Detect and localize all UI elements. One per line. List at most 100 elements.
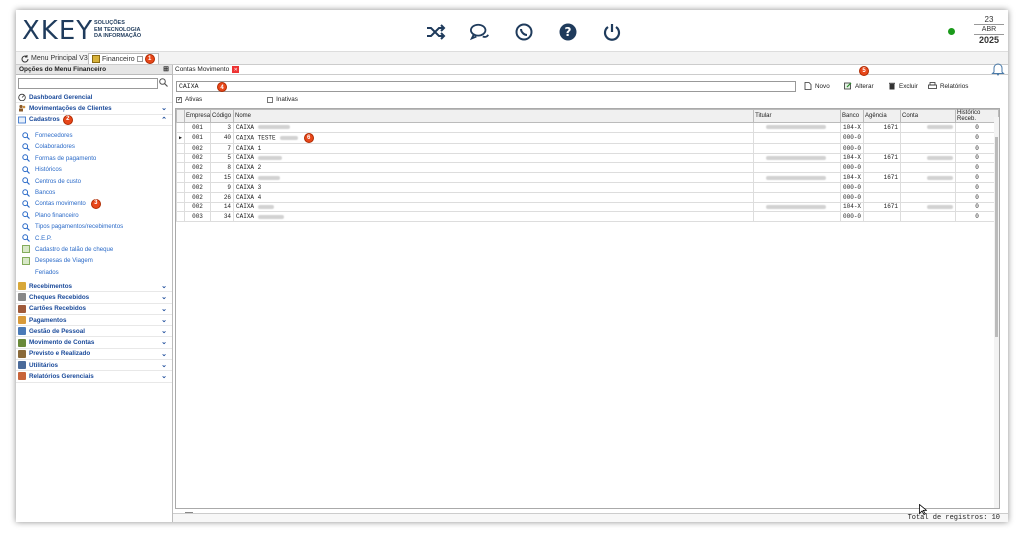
sidebar-subitem[interactable]: Feriados — [16, 267, 172, 278]
cell-nome[interactable]: CAIXA 4 — [233, 191, 755, 203]
row-indicator[interactable] — [176, 172, 186, 183]
table-row[interactable]: 002 9 CAIXA 3 000-0 0 — [176, 181, 999, 193]
column-header-codigo[interactable]: Código — [210, 109, 235, 123]
cell-banco[interactable]: 000-0 — [840, 211, 865, 223]
cell-titular[interactable] — [753, 211, 842, 223]
cell-conta[interactable] — [900, 142, 957, 154]
close-tab-icon[interactable] — [136, 56, 143, 62]
sidebar-subitem[interactable]: Plano financeiro — [16, 210, 172, 221]
cell-conta[interactable] — [900, 172, 957, 183]
cell-agencia[interactable] — [863, 131, 902, 144]
cell-historico[interactable]: 0 — [955, 152, 999, 164]
column-header-banco[interactable]: Banco — [840, 109, 865, 123]
cell-empresa[interactable]: 003 — [184, 211, 212, 223]
cell-banco[interactable]: 104-X — [840, 122, 865, 133]
cell-conta[interactable] — [900, 211, 957, 223]
cell-banco[interactable]: 000-0 — [840, 162, 865, 174]
cell-conta[interactable] — [900, 191, 957, 203]
cell-titular[interactable] — [753, 191, 842, 203]
tab-menu-principal[interactable]: Menu Principal V3 — [18, 53, 91, 64]
table-row[interactable]: 001 3 CAIXA 104-X 1671 0 — [176, 122, 999, 133]
row-indicator[interactable] — [176, 162, 186, 174]
row-indicator[interactable] — [176, 211, 186, 223]
cell-empresa[interactable]: 002 — [184, 162, 212, 174]
pin-icon[interactable]: ⊞ — [163, 65, 169, 75]
sidebar-item-dashboard[interactable]: Dashboard Gerencial — [16, 92, 172, 104]
cell-empresa[interactable]: 002 — [184, 152, 212, 164]
cell-conta[interactable] — [900, 152, 957, 164]
cell-nome[interactable]: CAIXA TESTE 6 — [233, 131, 755, 144]
cell-nome[interactable]: CAIXA — [233, 152, 755, 164]
cell-conta[interactable] — [900, 162, 957, 174]
cell-conta[interactable] — [900, 181, 957, 193]
column-header-agencia[interactable]: Agência — [863, 109, 902, 123]
relatorios-button[interactable]: Relatórios — [928, 82, 968, 90]
cell-nome[interactable]: CAIXA 3 — [233, 181, 755, 193]
sidebar-subitem[interactable]: Centros de custo — [16, 175, 172, 186]
sidebar-item-group[interactable]: Previsto e Realizado ⌄ — [16, 349, 172, 361]
row-indicator[interactable] — [176, 142, 186, 154]
cell-empresa[interactable]: 002 — [184, 142, 212, 154]
cell-titular[interactable] — [753, 181, 842, 193]
sidebar-subitem[interactable]: Despesas de Viagem — [16, 255, 172, 266]
cell-conta[interactable] — [900, 201, 957, 213]
cell-titular[interactable] — [753, 142, 842, 154]
cell-historico[interactable]: 0 — [955, 191, 999, 203]
sidebar-item-group[interactable]: Relatórios Gerenciais ⌄ — [16, 371, 172, 383]
sidebar-item-group[interactable]: Cartões Recebidos ⌄ — [16, 304, 172, 315]
sidebar-subitem[interactable]: C.E.P. — [16, 232, 172, 243]
cell-agencia[interactable] — [863, 181, 902, 193]
sidebar-subitem[interactable]: Fornecedores — [16, 130, 172, 141]
bell-icon[interactable] — [990, 62, 1006, 76]
cell-banco[interactable]: 104-X — [840, 172, 865, 183]
cell-agencia[interactable] — [863, 191, 902, 203]
cell-codigo[interactable]: 9 — [210, 181, 235, 193]
content-tab-contas-movimento[interactable]: Contas Movimento — [175, 66, 229, 73]
search-icon[interactable] — [159, 78, 168, 87]
novo-button[interactable]: Novo — [804, 82, 830, 90]
cell-titular[interactable] — [753, 172, 842, 183]
sidebar-subitem[interactable]: Contas movimento 3 — [16, 198, 172, 209]
sidebar-subitem[interactable]: Cadastro de talão de cheque — [16, 244, 172, 255]
row-indicator[interactable]: ▶ — [176, 131, 186, 144]
sidebar-item-group[interactable]: Gestão de Pessoal ⌄ — [16, 326, 172, 338]
tab-financeiro[interactable]: Financeiro 1 — [88, 53, 159, 64]
cell-agencia[interactable] — [863, 162, 902, 174]
cell-nome[interactable]: CAIXA — [233, 122, 755, 133]
table-row[interactable]: 002 5 CAIXA 104-X 1671 0 — [176, 152, 999, 164]
column-header-historico[interactable]: Histórico Receb. — [955, 109, 999, 123]
row-indicator[interactable] — [176, 201, 186, 213]
power-icon[interactable] — [602, 22, 622, 42]
cell-historico[interactable]: 0 — [955, 162, 999, 174]
cell-titular[interactable] — [753, 201, 842, 213]
table-row[interactable]: 002 8 CAIXA 2 000-0 0 — [176, 162, 999, 174]
scrollbar-thumb[interactable] — [995, 137, 998, 337]
sidebar-subitem[interactable]: Bancos — [16, 187, 172, 198]
cell-agencia[interactable] — [863, 211, 902, 223]
cell-codigo[interactable]: 8 — [210, 162, 235, 174]
cell-codigo[interactable]: 15 — [210, 172, 235, 183]
table-row[interactable]: 002 15 CAIXA 104-X 1671 0 — [176, 172, 999, 183]
cell-empresa[interactable]: 002 — [184, 181, 212, 193]
help-icon[interactable]: ? — [558, 22, 578, 42]
table-row[interactable]: ▶ 001 40 CAIXA TESTE 6 000-0 0 — [176, 131, 999, 144]
cell-historico[interactable]: 0 — [955, 181, 999, 193]
cell-nome[interactable]: CAIXA — [233, 201, 755, 213]
table-row[interactable]: 002 7 CAIXA 1 000-0 0 — [176, 142, 999, 154]
cell-codigo[interactable]: 3 — [210, 122, 235, 133]
row-indicator[interactable] — [176, 152, 186, 164]
sidebar-subitem[interactable]: Históricos — [16, 164, 172, 175]
cell-historico[interactable]: 0 — [955, 201, 999, 213]
cell-agencia[interactable]: 1671 — [863, 201, 902, 213]
cell-empresa[interactable]: 001 — [184, 131, 212, 144]
cell-empresa[interactable]: 002 — [184, 191, 212, 203]
table-row[interactable]: 002 14 CAIXA 104-X 1671 0 — [176, 201, 999, 213]
cell-nome[interactable]: CAIXA — [233, 172, 755, 183]
column-header-titular[interactable]: Titular — [753, 109, 842, 123]
cell-nome[interactable]: CAIXA 1 — [233, 142, 755, 154]
cell-codigo[interactable]: 34 — [210, 211, 235, 223]
excluir-button[interactable]: Excluir — [888, 82, 918, 90]
cell-agencia[interactable]: 1671 — [863, 152, 902, 164]
cell-conta[interactable] — [900, 131, 957, 144]
table-row[interactable]: 002 26 CAIXA 4 000-0 0 — [176, 191, 999, 203]
